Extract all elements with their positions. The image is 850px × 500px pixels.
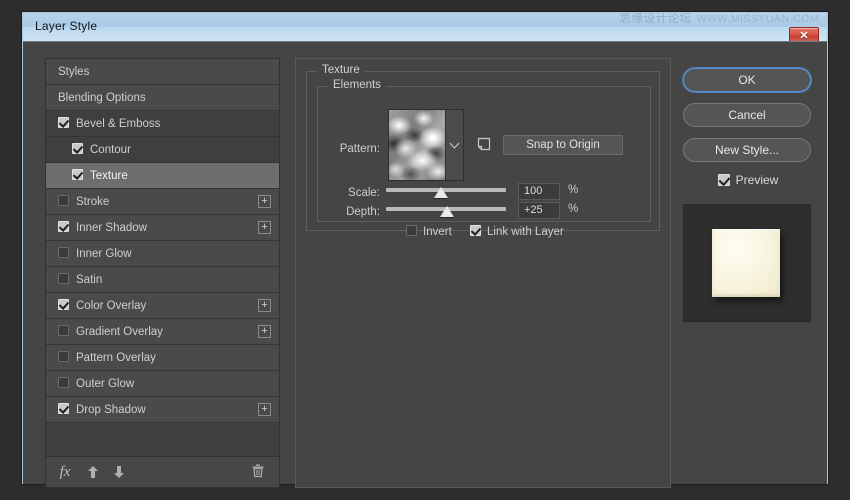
add-effect-icon[interactable]: + [258,299,271,312]
scale-slider[interactable] [386,185,506,199]
preview-thumbnail [683,204,811,322]
styles-list[interactable]: Styles Blending Options Bevel & Emboss Cont… [46,59,279,457]
add-effect-icon[interactable]: + [258,403,271,416]
effect-checkbox[interactable] [58,325,69,337]
sidebar-item-stroke[interactable]: Stroke + [46,189,279,215]
effect-checkbox[interactable] [58,247,69,259]
sidebar-item-label: Outer Glow [76,378,135,390]
invert-checkbox[interactable]: Invert [406,225,452,238]
sidebar-item-label: Inner Shadow [76,222,147,234]
sidebar-item-pattern-overlay[interactable]: Pattern Overlay [46,345,279,371]
sidebar-item-label: Satin [76,274,103,286]
new-preset-icon[interactable] [476,136,492,152]
pattern-swatch[interactable] [389,110,445,180]
sidebar-item-label: Styles [58,66,90,78]
invert-label: Invert [423,226,452,238]
sidebar-item-label: Pattern Overlay [76,352,156,364]
sidebar-item-label: Gradient Overlay [76,326,163,338]
effect-checkbox[interactable] [72,169,83,181]
fx-icon[interactable]: fx [56,463,74,481]
chevron-down-icon[interactable] [445,110,463,180]
sidebar-item-outer-glow[interactable]: Outer Glow [46,371,279,397]
sidebar-item-label: Color Overlay [76,300,147,312]
sidebar-item-label: Drop Shadow [76,404,146,416]
preview-swatch [712,229,780,297]
preview-checkbox[interactable]: Preview [683,173,813,193]
depth-label: Depth: [346,206,380,218]
sidebar-item-label: Stroke [76,196,110,208]
close-icon[interactable]: ✕ [789,27,819,41]
preview-checkbox-box[interactable] [717,174,730,186]
sidebar-item-label: Blending Options [58,92,146,104]
add-effect-icon[interactable]: + [258,195,271,208]
dialog-title: Layer Style [35,19,98,33]
watermark-cn: 思缘设计论坛 [619,13,692,25]
effect-checkbox[interactable] [58,351,69,363]
pattern-picker[interactable] [388,109,464,181]
styles-sidebar: Styles Blending Options Bevel & Emboss Cont… [45,58,280,488]
ok-button[interactable]: OK [683,68,811,92]
sidebar-item-styles[interactable]: Styles [46,59,279,85]
scale-input[interactable]: 100 [518,183,560,200]
effect-checkbox[interactable] [58,221,69,233]
dialog-body: Styles Blending Options Bevel & Emboss Cont… [23,42,827,488]
depth-input[interactable]: +25 [518,202,560,219]
arrow-up-icon[interactable] [84,463,102,481]
effect-checkbox[interactable] [58,377,69,389]
scale-unit: % [568,184,579,196]
invert-checkbox-box[interactable] [406,225,417,236]
effect-checkbox[interactable] [58,299,69,311]
sidebar-item-label: Inner Glow [76,248,132,260]
sidebar-item-gradient-overlay[interactable]: Gradient Overlay + [46,319,279,345]
scale-slider-knob[interactable] [434,187,449,198]
sidebar-item-blending-options[interactable]: Blending Options [46,85,279,111]
sidebar-item-texture[interactable]: Texture [46,163,279,189]
texture-settings-panel: Texture Elements Pattern: Snap to Origin… [295,58,671,488]
cancel-button[interactable]: Cancel [683,103,811,127]
link-with-layer-checkbox[interactable]: Link with Layer [470,225,564,238]
layer-style-dialog: Layer Style 思缘设计论坛 WWW.MISSYUAN.COM ✕ Sty… [22,12,828,488]
effect-checkbox[interactable] [58,273,69,285]
scale-label: Scale: [348,187,380,199]
pattern-label: Pattern: [339,143,380,155]
add-effect-icon[interactable]: + [258,325,271,338]
watermark-en: WWW.MISSYUAN.COM [696,13,819,25]
trash-icon[interactable] [249,463,267,481]
sidebar-item-color-overlay[interactable]: Color Overlay + [46,293,279,319]
sidebar-item-label: Texture [90,170,128,182]
link-with-layer-checkbox-box[interactable] [470,225,481,236]
preview-label: Preview [735,173,779,187]
depth-unit: % [568,203,579,215]
sidebar-item-satin[interactable]: Satin [46,267,279,293]
depth-slider[interactable] [386,204,506,218]
add-effect-icon[interactable]: + [258,221,271,234]
snap-to-origin-button[interactable]: Snap to Origin [503,135,623,155]
sidebar-item-inner-shadow[interactable]: Inner Shadow + [46,215,279,241]
sidebar-item-label: Bevel & Emboss [76,118,161,130]
watermark: 思缘设计论坛 WWW.MISSYUAN.COM [620,13,819,26]
desktop-backdrop: Layer Style 思缘设计论坛 WWW.MISSYUAN.COM ✕ Sty… [0,0,850,500]
effect-checkbox[interactable] [58,195,69,207]
effect-checkbox[interactable] [58,117,69,129]
arrow-down-icon[interactable] [110,463,128,481]
sidebar-item-contour[interactable]: Contour [46,137,279,163]
elements-groupbox: Elements Pattern: Snap to Origin Scale: … [317,79,651,238]
texture-groupbox: Texture Elements Pattern: Snap to Origin… [306,64,660,238]
elements-group-title: Elements [328,79,386,91]
sidebar-item-drop-shadow[interactable]: Drop Shadow + [46,397,279,423]
link-with-layer-label: Link with Layer [487,226,564,238]
new-style-button[interactable]: New Style... [683,138,811,162]
sidebar-footer-toolbar: fx [46,457,279,487]
sidebar-item-label: Contour [90,144,131,156]
sidebar-item-inner-glow[interactable]: Inner Glow [46,241,279,267]
effect-checkbox[interactable] [58,403,69,415]
texture-group-title: Texture [317,64,365,76]
dialog-titlebar[interactable]: Layer Style 思缘设计论坛 WWW.MISSYUAN.COM ✕ [23,13,827,42]
depth-slider-knob[interactable] [440,206,455,217]
sidebar-item-bevel-emboss[interactable]: Bevel & Emboss [46,111,279,137]
effect-checkbox[interactable] [72,143,83,155]
dialog-actions: OK Cancel New Style... Preview [683,68,813,322]
